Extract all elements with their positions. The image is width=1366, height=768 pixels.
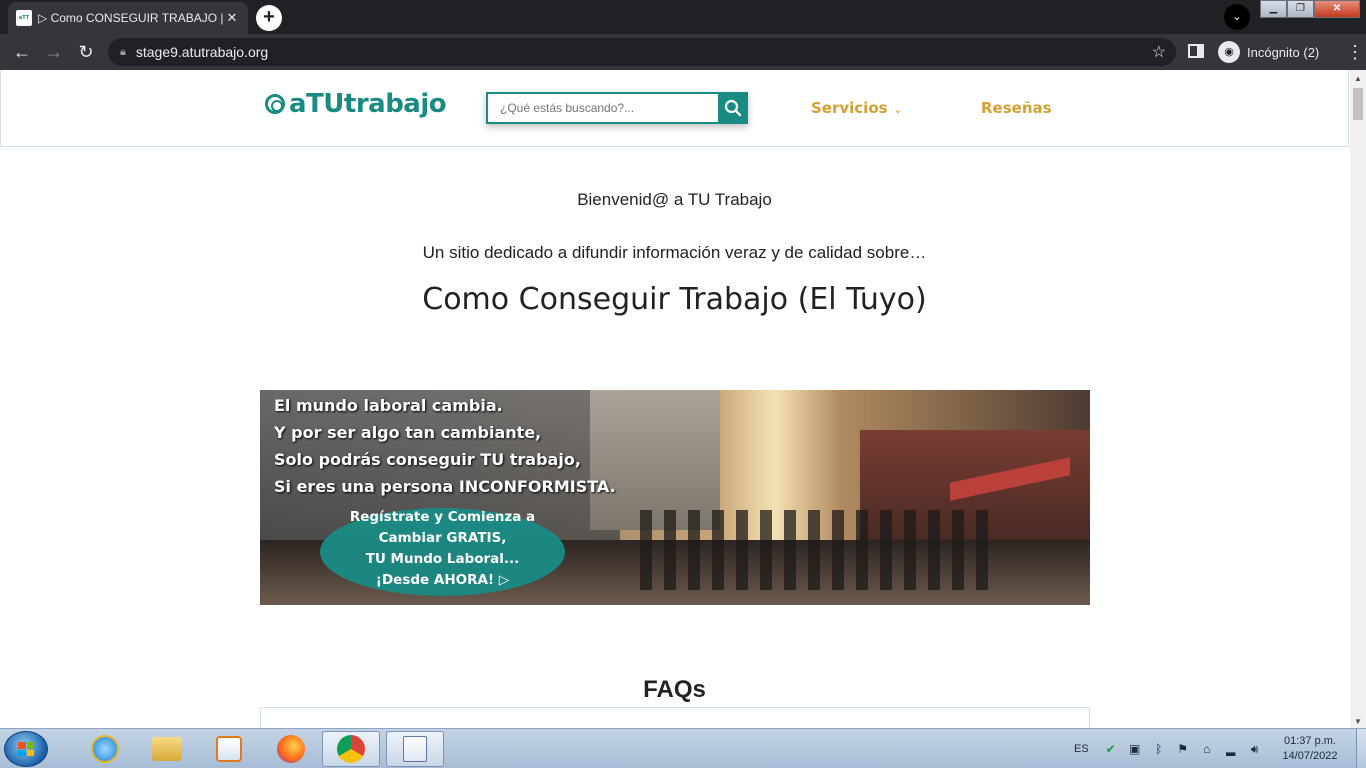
clock-time: 01:37 p.m. <box>1284 735 1336 747</box>
sync-icon[interactable]: ✔ <box>1103 742 1119 756</box>
site-search <box>486 92 748 124</box>
faq-title: FAQs <box>643 676 706 703</box>
media-player-icon <box>216 736 242 762</box>
search-icon <box>724 99 742 117</box>
browser-tab[interactable]: aTT ▷ Como CONSEGUIR TRABAJO | ✕ <box>8 2 248 34</box>
chrome-icon <box>337 735 365 763</box>
logo-target-icon <box>265 94 285 114</box>
network-monitor-icon[interactable]: ▣ <box>1127 742 1143 756</box>
page-scrollbar[interactable]: ▲ ▼ <box>1350 70 1366 728</box>
taskbar-chrome[interactable] <box>322 731 380 767</box>
site-description: Un sitio dedicado a difundir información… <box>422 243 927 262</box>
forward-button[interactable]: → <box>42 40 66 64</box>
banner-line: Y por ser algo tan cambiante, <box>274 423 542 442</box>
taskbar-file-explorer[interactable] <box>138 731 196 767</box>
banner-line: El mundo laboral cambia. <box>274 396 503 415</box>
banner-line: Solo podrás conseguir TU trabajo, <box>274 450 581 469</box>
cta-line: TU Mundo Laboral... <box>365 551 520 567</box>
search-button[interactable] <box>718 92 748 124</box>
windows-logo-icon <box>18 742 34 756</box>
start-button[interactable] <box>4 731 48 767</box>
bookmark-star-icon[interactable]: ☆ <box>1152 42 1166 62</box>
side-panel-icon[interactable] <box>1188 44 1204 58</box>
back-button[interactable]: ← <box>10 40 34 64</box>
minimize-button[interactable]: ▁ <box>1260 0 1287 18</box>
window-controls: ▁ ❐ ✕ <box>1260 0 1360 18</box>
site-logo[interactable]: aTUtrabajo <box>265 89 447 119</box>
address-bar[interactable]: 🔒︎ stage9.atutrabajo.org ☆ <box>108 38 1176 66</box>
clock-date: 14/07/2022 <box>1282 750 1338 762</box>
usb-device-icon[interactable]: ⌂ <box>1199 742 1215 756</box>
browser-tab-strip: aTT ▷ Como CONSEGUIR TRABAJO | ✕ + ⌄ ▁ ❐… <box>0 0 1366 34</box>
site-header: aTUtrabajo Servicios ⌄ Reseñas <box>0 70 1349 147</box>
page-viewport: aTUtrabajo Servicios ⌄ Reseñas Bienvenid@… <box>0 70 1350 728</box>
incognito-icon: ◉ <box>1218 41 1240 63</box>
window-close-button[interactable]: ✕ <box>1314 0 1360 18</box>
action-center-flag-icon[interactable]: ⚑ <box>1175 742 1191 756</box>
taskbar-clock[interactable]: 01:37 p.m. 14/07/2022 <box>1268 734 1352 764</box>
address-url: stage9.atutrabajo.org <box>135 44 269 60</box>
folder-icon <box>152 737 182 761</box>
nav-servicios[interactable]: Servicios ⌄ <box>811 99 902 117</box>
cta-line: Regístrate y Comienza a <box>349 509 536 525</box>
incognito-profile-button[interactable]: ◉ Incógnito (2) <box>1218 41 1319 63</box>
signal-bars-icon[interactable]: ▂ <box>1223 742 1239 756</box>
new-tab-button[interactable]: + <box>256 5 282 31</box>
language-indicator[interactable]: ES <box>1074 743 1089 755</box>
banner-building-center <box>590 390 720 530</box>
show-desktop-button[interactable] <box>1356 729 1366 768</box>
tab-search-chevron-icon[interactable]: ⌄ <box>1224 4 1250 30</box>
chevron-down-icon: ⌄ <box>893 105 902 116</box>
logo-text: aTUtrabajo <box>289 89 447 119</box>
internet-explorer-icon <box>91 735 119 763</box>
maximize-button[interactable]: ❐ <box>1287 0 1314 18</box>
page-title: Como Conseguir Trabajo (El Tuyo) <box>422 282 927 317</box>
document-icon <box>403 736 427 762</box>
incognito-label: Incógnito (2) <box>1247 44 1320 60</box>
browser-menu-icon[interactable]: ⋮ <box>1346 40 1364 64</box>
system-tray: ES ✔ ▣ ᛒ ⚑ ⌂ ▂ 🔊︎ <box>1060 729 1271 768</box>
volume-icon[interactable]: 🔊︎ <box>1247 742 1263 756</box>
taskbar-word-document[interactable] <box>386 731 444 767</box>
taskbar-firefox[interactable] <box>262 731 320 767</box>
taskbar-media-player[interactable] <box>200 731 258 767</box>
banner-crowd <box>640 510 1000 590</box>
bluetooth-icon[interactable]: ᛒ <box>1151 742 1167 756</box>
scroll-up-icon[interactable]: ▲ <box>1354 74 1362 83</box>
site-favicon-icon: aTT <box>16 10 32 26</box>
reload-button[interactable]: ↻ <box>74 40 98 64</box>
browser-toolbar: ← → ↻ 🔒︎ stage9.atutrabajo.org ☆ <box>0 34 1366 70</box>
scrollbar-thumb[interactable] <box>1353 88 1363 120</box>
nav-servicios-label: Servicios <box>811 99 888 117</box>
nav-resenas[interactable]: Reseñas <box>981 99 1052 117</box>
welcome-text: Bienvenid@ a TU Trabajo <box>577 190 772 209</box>
tab-close-icon[interactable]: ✕ <box>224 10 240 26</box>
faq-container <box>260 707 1090 728</box>
tab-title: ▷ Como CONSEGUIR TRABAJO | <box>38 11 224 25</box>
cta-line: ¡Desde AHORA! ▷ <box>375 572 510 588</box>
firefox-icon <box>277 735 305 763</box>
banner-line: Si eres una persona INCONFORMISTA. <box>274 477 616 496</box>
lock-icon: 🔒︎ <box>120 45 126 58</box>
promo-banner[interactable]: El mundo laboral cambia. Y por ser algo … <box>260 390 1090 605</box>
search-input[interactable] <box>486 92 718 124</box>
cta-line: Cambiar GRATIS, <box>378 530 507 546</box>
scroll-down-icon[interactable]: ▼ <box>1354 717 1362 726</box>
windows-taskbar: ES ✔ ▣ ᛒ ⚑ ⌂ ▂ 🔊︎ 01:37 p.m. 14/07/2022 <box>0 728 1366 768</box>
taskbar-internet-explorer[interactable] <box>76 731 134 767</box>
